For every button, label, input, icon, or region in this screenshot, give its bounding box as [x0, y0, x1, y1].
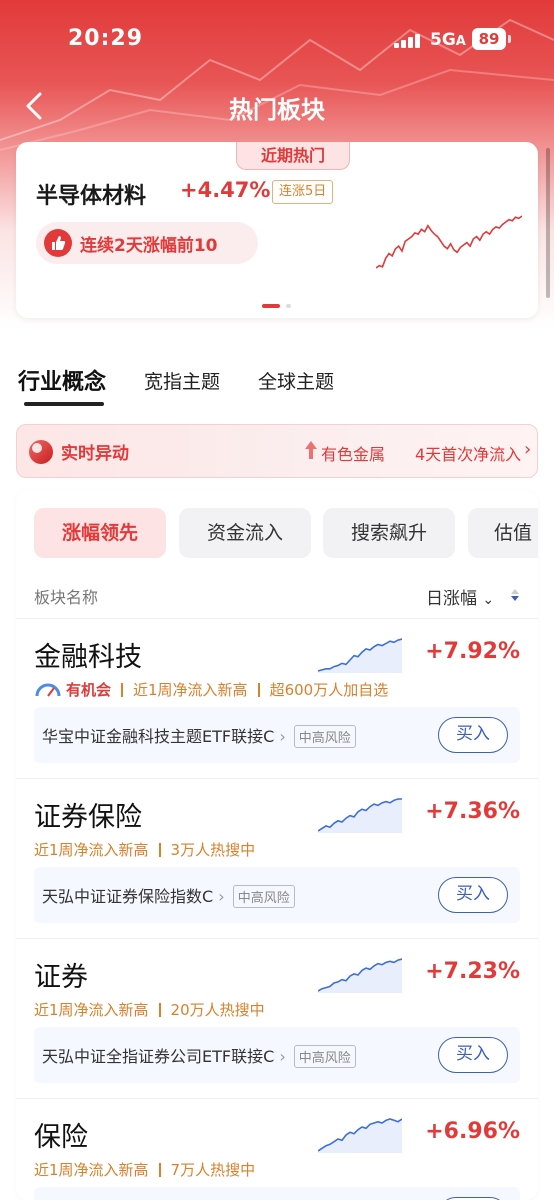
streak-badge: 连涨5日: [272, 180, 334, 204]
thumbs-up-icon: [44, 229, 72, 257]
risk-badge: 中高风险: [293, 725, 356, 748]
realtime-icon: [29, 440, 53, 464]
buy-button[interactable]: 买入: [438, 717, 508, 753]
sector-sparkline: [318, 1118, 402, 1153]
filter-capital-inflow[interactable]: 资金流入: [179, 508, 311, 558]
carousel-dot-active: [262, 304, 280, 308]
tab-global-theme[interactable]: 全球主题: [258, 367, 334, 394]
filter-valuation[interactable]: 估值: [468, 508, 538, 558]
column-sector-name: 板块名称: [34, 588, 99, 607]
sector-sparkline: [318, 638, 402, 673]
filter-top-gainers[interactable]: 涨幅领先: [34, 508, 166, 558]
status-bar: 20:29 5GA 89: [0, 0, 554, 80]
table-row[interactable]: 证券 +7.23% 近1周净流入新高 20万人热搜中 天弘中证全指证券公司ETF…: [16, 938, 538, 1098]
tag: 3万人热搜中: [170, 841, 256, 859]
signal-icon: [394, 32, 424, 48]
hot-sparkline: [376, 215, 522, 269]
hot-sector-card[interactable]: 近期热门 半导体材料 +4.47% 连涨5日 连续2天涨幅前10: [16, 142, 538, 318]
table-row[interactable]: 金融科技 +7.92% 有机会 近1周净流入新高 超600万人加自选 华宝中证金…: [16, 618, 538, 778]
tag: 7万人热搜中: [170, 1161, 256, 1179]
fund-box[interactable]: 天弘中证证券保险指数C › 中高风险 买入: [34, 867, 520, 923]
hot-tab-label: 近期热门: [236, 142, 350, 170]
tag: 近1周净流入新高: [34, 841, 149, 859]
sector-list-card: 涨幅领先 资金流入 搜索飙升 估值 板块名称 日涨幅 ⌄ 金融科技 +7.92%…: [16, 490, 538, 1200]
carousel-dots: [262, 304, 302, 310]
fund-box[interactable]: 买入: [34, 1187, 520, 1200]
chevron-down-icon: ⌄: [482, 592, 495, 608]
realtime-alert-bar[interactable]: 实时异动 有色金属 4天首次净流入 ›: [16, 424, 538, 478]
tag: 近1周净流入新高: [34, 1001, 149, 1019]
highlight-text: 连续2天涨幅前10: [80, 235, 218, 256]
sector-tags: 近1周净流入新高 3万人热搜中: [34, 839, 255, 860]
alert-sector: 有色金属: [321, 445, 386, 464]
network-indicator: 5GA: [430, 30, 466, 50]
sector-name: 证券: [34, 962, 88, 993]
sector-tags: 近1周净流入新高 20万人热搜中: [34, 999, 265, 1020]
chevron-right-icon: ›: [524, 439, 532, 460]
tag: 20万人热搜中: [170, 1001, 265, 1019]
highlight-pill: 连续2天涨幅前10: [36, 222, 258, 264]
sector-tags: 近1周净流入新高 7万人热搜中: [34, 1159, 255, 1180]
filter-search-surge[interactable]: 搜索飙升: [323, 508, 455, 558]
category-tabs: 行业概念 宽指主题 全球主题: [0, 360, 554, 410]
page-title: 热门板块: [229, 96, 325, 124]
sector-name: 金融科技: [34, 642, 142, 673]
sector-name: 证券保险: [34, 802, 142, 833]
tag: 近1周净流入新高: [34, 1161, 149, 1179]
buy-button[interactable]: 买入: [438, 877, 508, 913]
filter-chips: 涨幅领先 资金流入 搜索飙升 估值: [16, 508, 538, 562]
risk-badge: 中高风险: [293, 1045, 356, 1068]
carousel-dot: [286, 304, 291, 308]
opportunity-label: 有机会: [66, 681, 112, 699]
buy-button[interactable]: 买入: [438, 1037, 508, 1073]
sector-change: +7.36%: [425, 799, 520, 824]
column-header: 板块名称 日涨幅 ⌄: [16, 580, 538, 610]
gauge-icon: [35, 683, 61, 697]
sector-sparkline: [318, 798, 402, 833]
alert-label: 实时异动: [61, 444, 129, 464]
fund-name[interactable]: 天弘中证全指证券公司ETF联接C › 中高风险: [42, 1043, 356, 1068]
scrollbar[interactable]: [546, 148, 550, 298]
sector-change: +7.92%: [425, 639, 520, 664]
fund-name[interactable]: 华宝中证金融科技主题ETF联接C › 中高风险: [42, 723, 356, 748]
tab-underline: [24, 402, 104, 406]
tab-broad-index[interactable]: 宽指主题: [144, 367, 220, 394]
tab-industry-concept[interactable]: 行业概念: [18, 364, 106, 396]
sector-change: +6.96%: [425, 1119, 520, 1144]
hot-sector-name: 半导体材料: [36, 184, 147, 209]
status-time: 20:29: [68, 26, 144, 51]
table-row[interactable]: 保险 +6.96% 近1周净流入新高 7万人热搜中 买入: [16, 1098, 538, 1200]
sort-icon[interactable]: [510, 588, 520, 602]
sector-name: 保险: [34, 1122, 88, 1153]
tag: 近1周净流入新高: [133, 681, 248, 699]
fund-box[interactable]: 天弘中证全指证券公司ETF联接C › 中高风险 买入: [34, 1027, 520, 1083]
sort-daily-change[interactable]: 日涨幅 ⌄: [426, 584, 494, 609]
hot-sector-change: +4.47%: [180, 178, 271, 202]
sector-change: +7.23%: [425, 959, 520, 984]
sector-sparkline: [318, 958, 402, 993]
risk-badge: 中高风险: [232, 885, 295, 908]
alert-info: 4天首次净流入: [415, 445, 522, 464]
battery-icon: 89: [472, 28, 506, 50]
table-row[interactable]: 证券保险 +7.36% 近1周净流入新高 3万人热搜中 天弘中证证券保险指数C …: [16, 778, 538, 938]
fund-name[interactable]: 天弘中证证券保险指数C › 中高风险: [42, 883, 295, 908]
tag: 超600万人加自选: [269, 681, 389, 699]
fund-box[interactable]: 华宝中证金融科技主题ETF联接C › 中高风险 买入: [34, 707, 520, 763]
battery-tip: [508, 35, 511, 43]
arrow-up-icon: [305, 441, 317, 459]
sector-tags: 有机会 近1周净流入新高 超600万人加自选: [34, 679, 388, 700]
